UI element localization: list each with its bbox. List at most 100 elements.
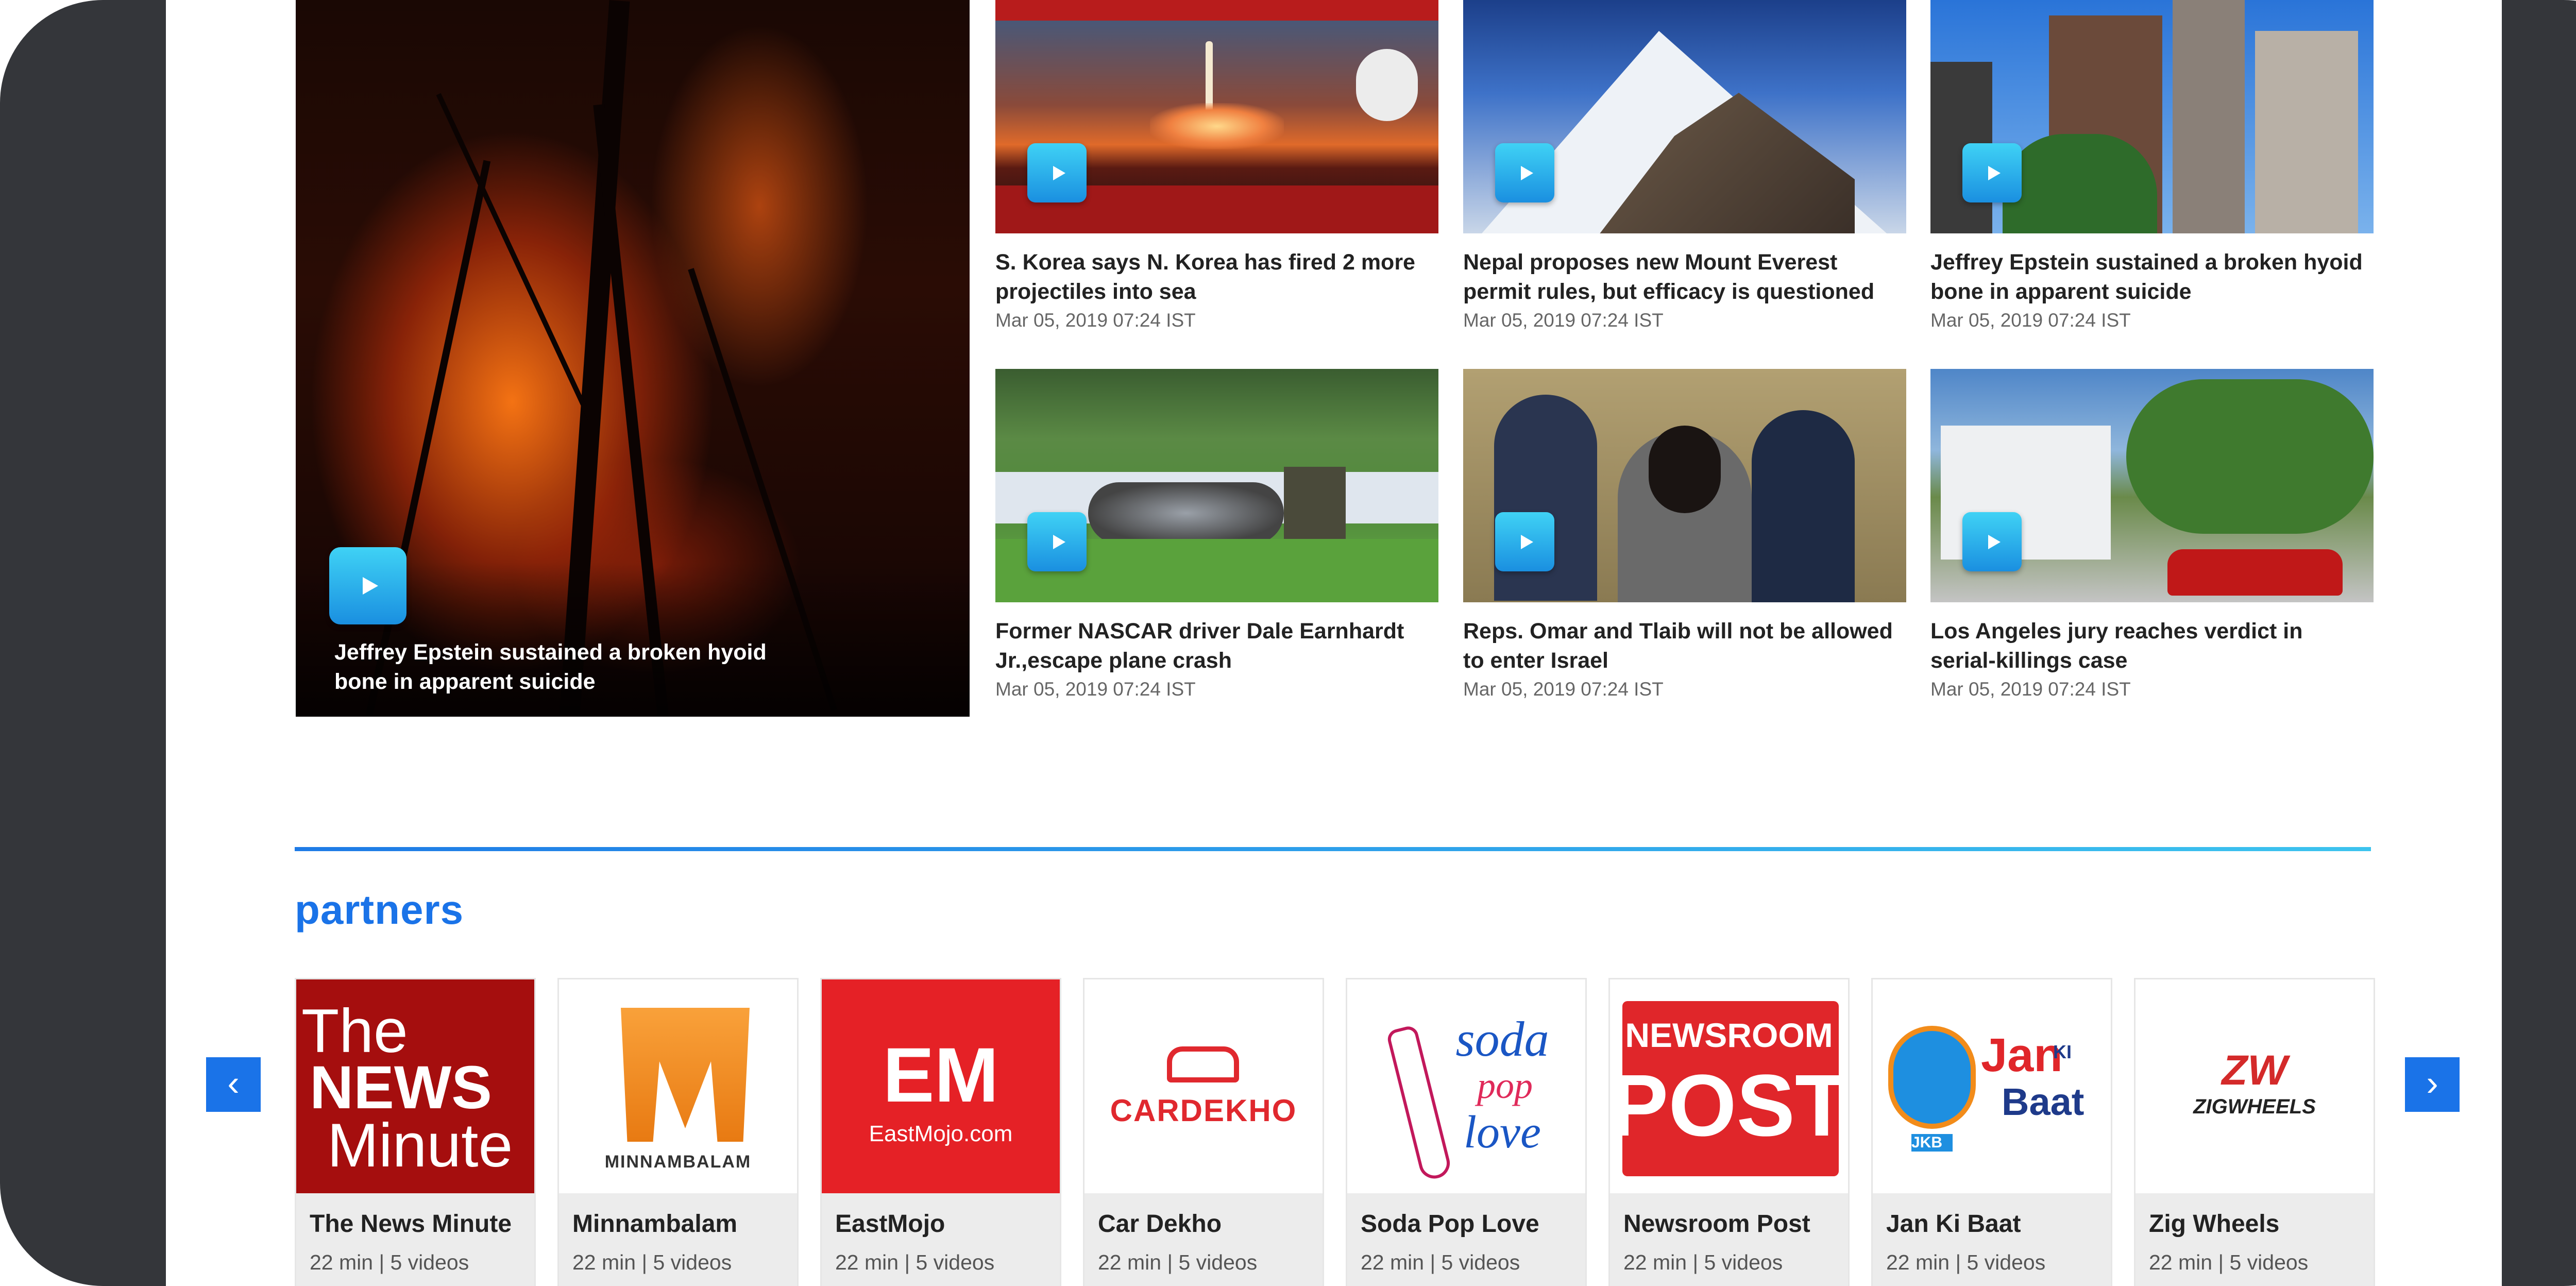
partner-card[interactable]: EM EastMojo.com EastMojo 22 min | 5 videos [820,978,1061,1286]
play-icon[interactable] [329,547,406,624]
partner-name[interactable]: Newsroom Post [1623,1210,1836,1238]
video-thumbnail[interactable] [1463,369,1906,602]
thumbnail-shape [1649,426,1721,513]
play-icon[interactable] [1027,143,1087,202]
logo-text: Baat [2002,1080,2084,1123]
partner-card[interactable]: Jan KI Baat JKB Jan Ki Baat 22 min | 5 videos [1871,978,2112,1286]
logo-text: The [301,996,408,1065]
thumbnail-shape [995,0,1438,21]
hero-video-card[interactable]: Jeffrey Epstein sustained a broken hyoid… [296,0,970,717]
partner-card[interactable]: soda pop love Soda Pop Love 22 min | 5 video… [1346,978,1587,1286]
partner-name[interactable]: Jan Ki Baat [1886,1210,2098,1238]
partner-card[interactable]: NEWSROOM POST Newsroom Post 22 min | 5 vide… [1608,978,1850,1286]
video-card[interactable]: Nepal proposes new Mount Everest permit … [1463,0,1906,331]
section-divider [295,847,2371,851]
video-date: Mar 05, 2019 07:24 IST [1930,310,2131,331]
video-title[interactable]: Jeffrey Epstein sustained a broken hyoid… [1930,248,2374,307]
thumbnail-shape [1752,410,1855,602]
video-title[interactable]: Nepal proposes new Mount Everest permit … [1463,248,1906,307]
minnambalam-logo-shape [621,1008,750,1142]
partner-info: Car Dekho 22 min | 5 videos [1084,1193,1323,1286]
partner-meta: 22 min | 5 videos [835,1250,995,1274]
video-card[interactable]: Former NASCAR driver Dale Earnhardt Jr.,… [995,369,1438,700]
video-title[interactable]: Reps. Omar and Tlaib will not be allowed… [1463,617,1906,675]
logo-text: POST [1610,1057,1848,1155]
tree-silhouette [436,93,594,422]
partner-info: Minnambalam 22 min | 5 videos [559,1193,797,1286]
section-title: partners [295,887,464,933]
logo-text: JKB [1911,1134,1953,1152]
partner-name[interactable]: EastMojo [835,1210,1047,1238]
logo-text: soda [1455,1011,1549,1067]
hero-title[interactable]: Jeffrey Epstein sustained a broken hyoid… [334,638,798,697]
chevron-right-icon[interactable]: › [2405,1057,2460,1112]
partner-name[interactable]: Soda Pop Love [1361,1210,1573,1238]
video-thumbnail[interactable] [1463,0,1906,233]
logo-text: MINNAMBALAM [604,1152,752,1172]
chevron-left-icon[interactable]: ‹ [206,1057,261,1112]
thumbnail-shape [2255,31,2358,233]
partner-info: Zig Wheels 22 min | 5 videos [2136,1193,2374,1286]
video-title[interactable]: Los Angeles jury reaches verdict in seri… [1930,617,2374,675]
logo-text: Minute [327,1111,513,1180]
partner-name[interactable]: Minnambalam [572,1210,785,1238]
page: Jeffrey Epstein sustained a broken hyoid… [166,0,2502,1286]
play-icon[interactable] [1495,143,1554,202]
partner-logo[interactable]: soda pop love [1347,979,1585,1193]
video-thumbnail[interactable] [1930,0,2374,233]
video-date: Mar 05, 2019 07:24 IST [1930,679,2131,700]
partner-logo[interactable]: NEWSROOM POST [1610,979,1848,1193]
video-card[interactable]: S. Korea says N. Korea has fired 2 more … [995,0,1438,331]
video-card[interactable]: Reps. Omar and Tlaib will not be allowed… [1463,369,1906,700]
logo-text: love [1464,1107,1541,1158]
partner-info: Soda Pop Love 22 min | 5 videos [1347,1193,1585,1286]
video-title[interactable]: Former NASCAR driver Dale Earnhardt Jr.,… [995,617,1438,675]
partner-meta: 22 min | 5 videos [1361,1250,1520,1274]
partner-meta: 22 min | 5 videos [1886,1250,2046,1274]
partner-info: EastMojo 22 min | 5 videos [822,1193,1060,1286]
partner-card[interactable]: CARDEKHO Car Dekho 22 min | 5 videos [1083,978,1324,1286]
video-card[interactable]: Los Angeles jury reaches verdict in seri… [1930,369,2374,700]
partner-meta: 22 min | 5 videos [310,1250,469,1274]
partner-logo[interactable]: MINNAMBALAM [559,979,797,1193]
partner-name[interactable]: The News Minute [310,1210,522,1238]
play-icon[interactable] [1962,143,2022,202]
thumbnail-shape [1284,467,1346,544]
partner-logo[interactable]: Jan KI Baat JKB [1873,979,2111,1193]
play-icon[interactable] [1962,512,2022,571]
play-icon[interactable] [1495,512,1554,571]
video-thumbnail[interactable] [995,0,1438,233]
partner-card[interactable]: MINNAMBALAM Minnambalam 22 min | 5 videos [557,978,799,1286]
video-thumbnail[interactable] [1930,369,2374,602]
thumbnail-shape [1356,49,1418,121]
partner-card[interactable]: The NEWS Minute The News Minute 22 min | 5 v… [295,978,536,1286]
video-date: Mar 05, 2019 07:24 IST [1463,310,1664,331]
partner-meta: 22 min | 5 videos [1098,1250,1258,1274]
thumbnail-shape [2173,0,2245,233]
partner-card[interactable]: ZW ZIGWHEELS Zig Wheels 22 min | 5 videos [2134,978,2375,1286]
thumbnail-shape [1088,482,1284,544]
logo-text: pop [1477,1065,1533,1106]
logo-text: NEWSROOM [1625,1016,1833,1054]
logo-text: ZW [2222,1047,2287,1094]
thumbnail-shape [2126,379,2374,534]
video-thumbnail[interactable] [995,369,1438,602]
logo-text: EM [883,1031,999,1118]
video-date: Mar 05, 2019 07:24 IST [995,310,1196,331]
video-title[interactable]: S. Korea says N. Korea has fired 2 more … [995,248,1438,307]
partner-name[interactable]: Zig Wheels [2149,1210,2361,1238]
thumbnail-shape [2167,549,2343,596]
partner-logo[interactable]: EM EastMojo.com [822,979,1060,1193]
partner-logo[interactable]: The NEWS Minute [296,979,534,1193]
partner-name[interactable]: Car Dekho [1098,1210,1310,1238]
partner-logo[interactable]: CARDEKHO [1084,979,1323,1193]
video-date: Mar 05, 2019 07:24 IST [995,679,1196,700]
thumbnail-shape [2003,134,2157,233]
logo-text: EastMojo.com [869,1121,1013,1146]
logo-text: KI [2053,1041,2072,1062]
partner-logo[interactable]: ZW ZIGWHEELS [2136,979,2374,1193]
partner-info: Newsroom Post 22 min | 5 videos [1610,1193,1848,1286]
mic-icon [1888,1026,1976,1129]
video-card[interactable]: Jeffrey Epstein sustained a broken hyoid… [1930,0,2374,331]
play-icon[interactable] [1027,512,1087,571]
